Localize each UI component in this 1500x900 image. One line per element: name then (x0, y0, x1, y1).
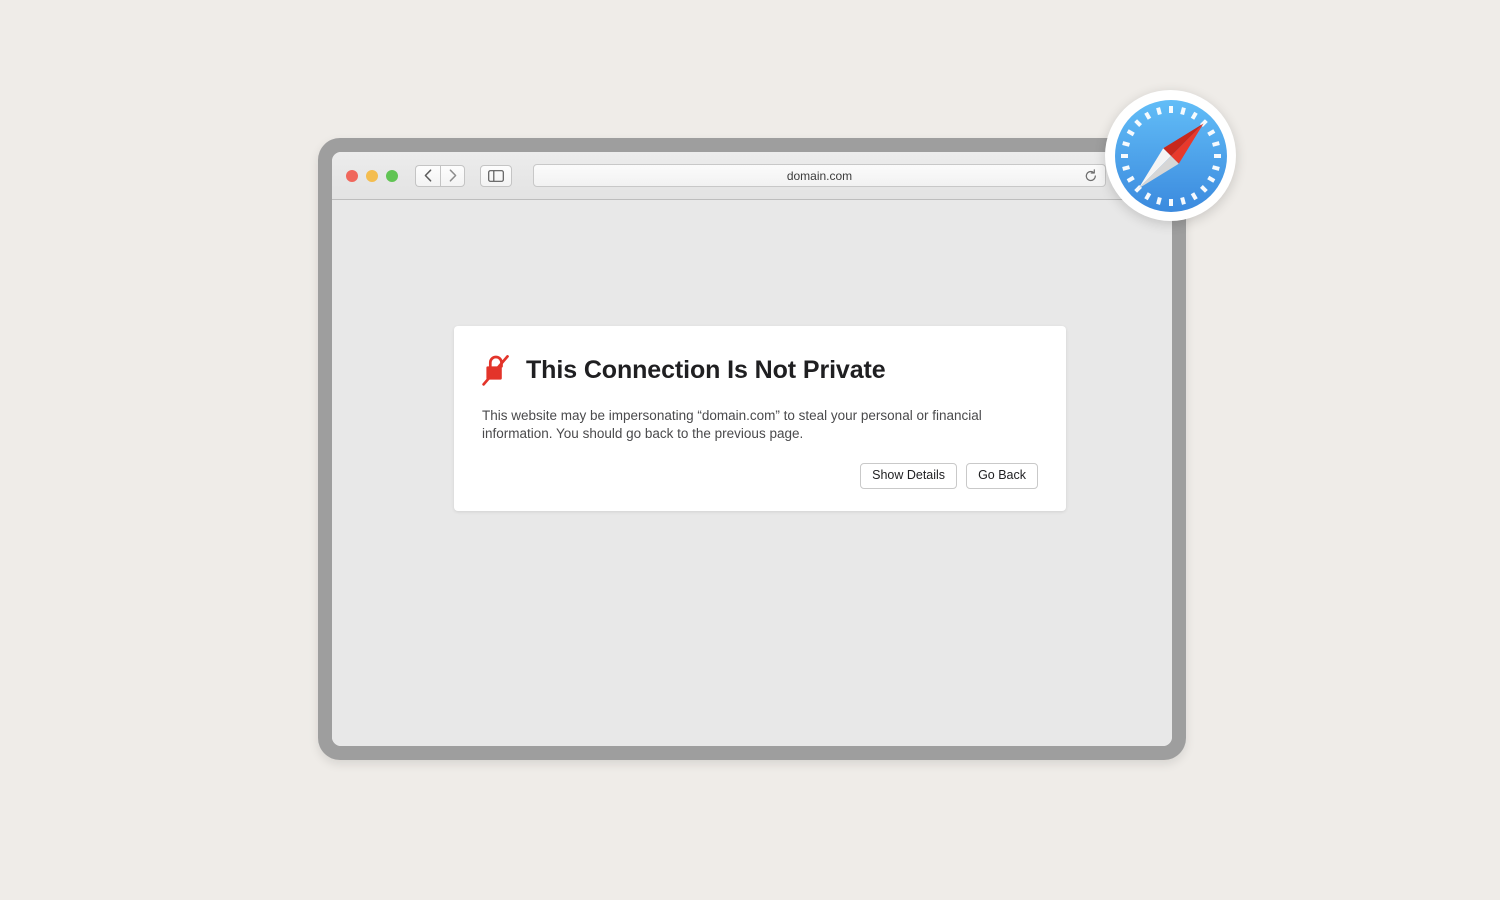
address-bar[interactable]: domain.com (533, 164, 1106, 187)
safari-compass-icon (1114, 99, 1227, 212)
safari-app-icon[interactable] (1105, 90, 1236, 221)
zoom-button[interactable] (386, 169, 398, 182)
chevron-left-icon (424, 169, 432, 182)
reload-icon (1085, 168, 1096, 181)
minimize-button[interactable] (366, 169, 378, 182)
broken-lock-icon (482, 355, 509, 386)
sidebar-toggle-icon (488, 169, 504, 182)
back-button[interactable] (415, 164, 440, 187)
dialog-heading-row: This Connection Is Not Private (482, 354, 1038, 387)
show-details-button[interactable]: Show Details (860, 462, 958, 489)
close-button[interactable] (346, 169, 358, 182)
forward-button[interactable] (440, 164, 465, 187)
dialog-title: This Connection Is Not Private (526, 356, 886, 384)
dialog-body-text: This website may be impersonating “domai… (482, 408, 982, 441)
chevron-right-icon (449, 169, 456, 182)
url-text: domain.com (786, 168, 853, 183)
sidebar-toggle-button[interactable] (480, 164, 512, 187)
browser-toolbar: domain.com (332, 152, 1172, 200)
browser-window: domain.com This Connection Is Not Privat… (318, 138, 1186, 760)
page-viewport: This Connection Is Not Private This webs… (332, 200, 1172, 746)
browser-window-inner: domain.com This Connection Is Not Privat… (332, 152, 1172, 746)
reload-button[interactable] (1084, 168, 1098, 183)
dialog-button-row: Show Details Go Back (482, 462, 1038, 489)
navigation-buttons (415, 164, 465, 187)
go-back-button[interactable]: Go Back (966, 462, 1038, 489)
window-controls (346, 169, 398, 182)
privacy-warning-dialog: This Connection Is Not Private This webs… (454, 326, 1066, 511)
